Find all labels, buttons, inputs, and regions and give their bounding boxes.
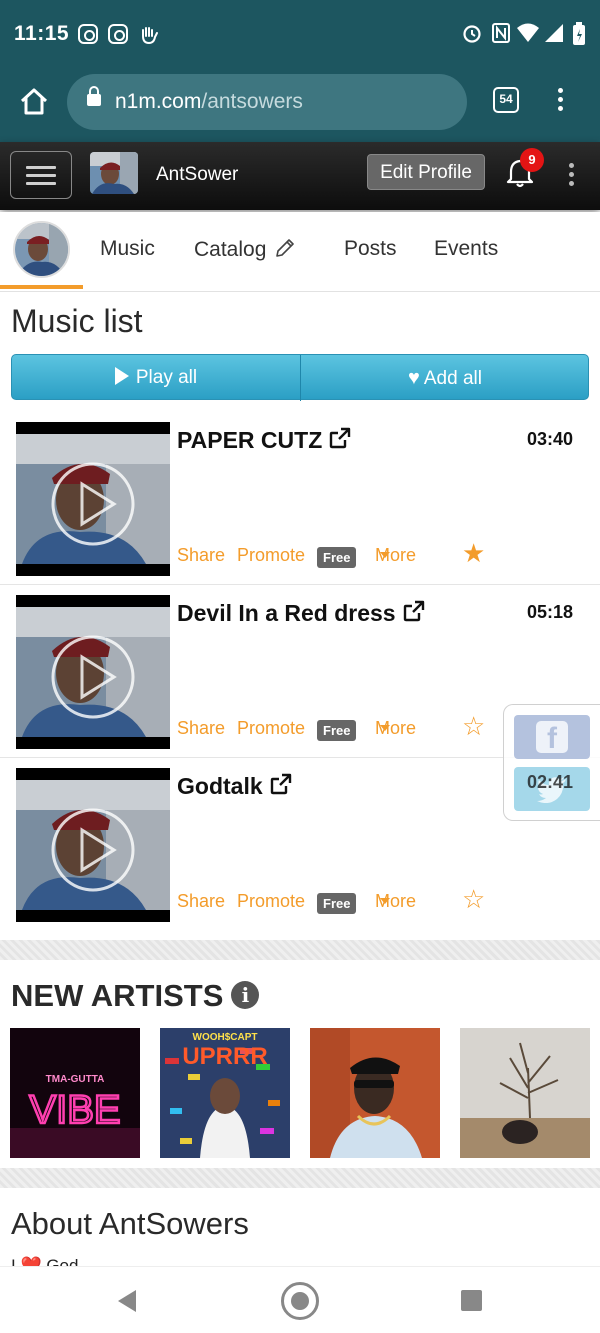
profile-avatar[interactable]: [13, 221, 70, 278]
artist-card[interactable]: [310, 1028, 440, 1158]
heart-icon: ♥: [408, 367, 420, 389]
artist-cover-main-text: UPRRR: [182, 1043, 267, 1070]
browser-menu-icon[interactable]: [558, 88, 564, 115]
add-all-button[interactable]: ♥ Add all: [301, 355, 589, 401]
share-link[interactable]: Share: [177, 718, 225, 739]
home-circle-icon[interactable]: [281, 1282, 319, 1320]
artist-card[interactable]: [460, 1028, 590, 1158]
promote-link[interactable]: Promote: [237, 891, 305, 912]
alarm-icon: [463, 25, 481, 43]
artist-cover-top-text: WOOH$CAPT: [193, 1032, 258, 1043]
more-label: More: [375, 891, 417, 911]
site-header: AntSower Edit Profile: [0, 142, 600, 210]
facebook-share-button[interactable]: f: [514, 715, 590, 759]
more-label: More: [375, 545, 417, 565]
new-artists-title: NEW ARTISTS i: [11, 978, 260, 1014]
more-options-icon[interactable]: [569, 163, 575, 190]
track-cover[interactable]: [16, 422, 170, 576]
play-add-bar: Play all ♥ Add all: [11, 354, 589, 401]
pencil-icon: [276, 239, 295, 257]
avatar[interactable]: [90, 152, 138, 194]
external-link-icon: [330, 427, 351, 449]
track-title[interactable]: PAPER CUTZ: [177, 426, 352, 454]
wifi-icon: [517, 23, 539, 42]
star-filled-icon[interactable]: ★: [462, 538, 485, 569]
track-title[interactable]: Godtalk: [177, 772, 293, 800]
browser-toolbar: n1m.com/antsowers 54: [0, 70, 600, 142]
free-badge: Free: [317, 547, 357, 568]
tab-music[interactable]: Music: [100, 237, 155, 261]
track-cover[interactable]: [16, 595, 170, 749]
track-duration: 05:18: [527, 602, 574, 622]
promote-link[interactable]: Promote: [237, 545, 305, 566]
profile-tabs: Music Catalog Posts Events: [0, 212, 600, 292]
signal-icon: [545, 24, 563, 42]
notification-badge: 9: [520, 148, 544, 172]
url-text: n1m.com/antsowers: [115, 90, 303, 114]
star-outline-icon[interactable]: ☆: [462, 884, 485, 915]
free-badge: Free: [317, 893, 357, 914]
battery-icon: [573, 22, 585, 45]
facebook-icon: f: [536, 721, 568, 755]
system-navigation-bar: [0, 1266, 600, 1333]
promote-link[interactable]: Promote: [237, 718, 305, 739]
edit-profile-button[interactable]: Edit Profile: [367, 154, 485, 190]
play-all-label: Play all: [135, 367, 198, 388]
music-list-title: Music list: [11, 303, 143, 339]
hamburger-menu-button[interactable]: [10, 151, 72, 199]
share-link[interactable]: Share: [177, 545, 225, 566]
external-link-icon: [403, 600, 424, 622]
new-artists-title-text: NEW ARTISTS: [11, 978, 224, 1013]
star-outline-icon[interactable]: ☆: [462, 711, 485, 742]
tab-posts[interactable]: Posts: [344, 237, 397, 261]
url-host: n1m.com: [115, 90, 202, 113]
share-link[interactable]: Share: [177, 891, 225, 912]
track-cover[interactable]: [16, 768, 170, 922]
tab-events[interactable]: Events: [434, 237, 498, 261]
external-link-icon: [270, 773, 291, 795]
track-title-text: Godtalk: [177, 773, 263, 799]
artist-card[interactable]: WOOH$CAPT UPRRR: [160, 1028, 290, 1158]
track-duration: 02:41: [527, 772, 574, 792]
artist-cover-main-text: VIBE: [29, 1088, 120, 1132]
active-tab-indicator: [0, 285, 83, 289]
tab-catalog-label: Catalog: [194, 238, 267, 261]
about-title: About AntSowers: [11, 1206, 249, 1241]
home-icon[interactable]: [18, 86, 50, 118]
more-dropdown[interactable]: More: [375, 891, 416, 912]
hand-wave-icon: [142, 27, 158, 45]
header-username[interactable]: AntSower: [156, 164, 238, 186]
play-all-button[interactable]: Play all: [12, 355, 300, 401]
nfc-icon: [492, 23, 510, 43]
instagram-icon: [78, 24, 98, 44]
artist-cover-top-text: TMA-GUTTA: [46, 1074, 105, 1085]
more-dropdown[interactable]: More: [375, 718, 416, 739]
more-label: More: [375, 718, 417, 738]
address-bar[interactable]: n1m.com/antsowers: [67, 74, 467, 130]
url-path: /antsowers: [201, 90, 303, 113]
track-title[interactable]: Devil In a Red dress: [177, 599, 426, 627]
status-time: 11:15: [14, 22, 70, 45]
play-icon: [114, 367, 129, 385]
tab-catalog[interactable]: Catalog: [194, 237, 296, 262]
status-bar: 11:15: [0, 0, 600, 70]
recent-apps-icon[interactable]: [461, 1290, 482, 1311]
free-badge: Free: [317, 720, 357, 741]
artist-card[interactable]: TMA-GUTTA VIBE: [10, 1028, 140, 1158]
section-divider: [0, 1168, 600, 1188]
track-duration: 03:40: [527, 429, 574, 449]
section-divider: [0, 940, 600, 960]
instagram-icon: [108, 24, 128, 44]
add-all-label: Add all: [423, 368, 482, 389]
track-title-text: PAPER CUTZ: [177, 427, 323, 453]
lock-icon: [87, 86, 101, 106]
social-share-panel: f: [503, 704, 600, 821]
tab-switcher-button[interactable]: 54: [493, 87, 519, 113]
info-icon[interactable]: i: [231, 981, 260, 1009]
more-dropdown[interactable]: More: [375, 545, 416, 566]
back-icon[interactable]: [118, 1290, 136, 1312]
track-row: PAPER CUTZ 03:40 Share Promote Free More…: [0, 412, 600, 585]
track-title-text: Devil In a Red dress: [177, 600, 396, 626]
